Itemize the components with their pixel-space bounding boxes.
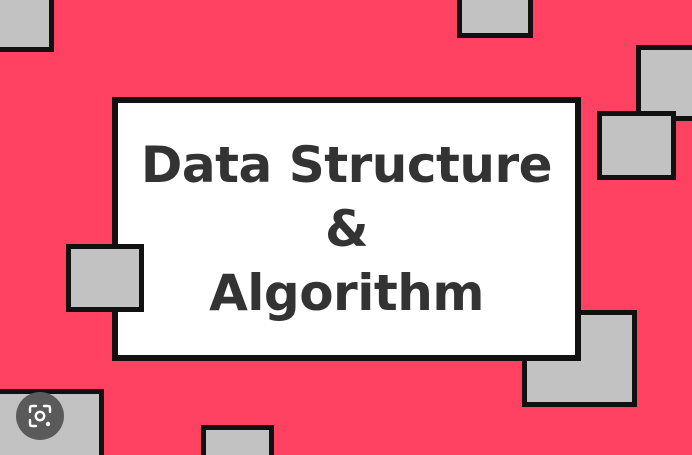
image-canvas: Data Structure & Algorithm xyxy=(0,0,692,455)
decorative-square-top-center xyxy=(457,0,533,38)
title-line-algorithm: Algorithm xyxy=(209,264,484,322)
title-line-ampersand: & xyxy=(324,200,369,258)
image-search-lens-button[interactable] xyxy=(16,392,64,440)
decorative-square-top-left xyxy=(0,0,54,52)
decorative-square-left-middle xyxy=(66,244,144,312)
title-card: Data Structure & Algorithm xyxy=(112,97,581,361)
decorative-square-right-middle xyxy=(597,111,676,180)
decorative-square-bottom-center xyxy=(201,425,274,455)
title-line-data-structure: Data Structure xyxy=(140,136,553,194)
decorative-square-right-upper xyxy=(636,45,692,121)
image-search-lens-icon xyxy=(28,404,52,428)
